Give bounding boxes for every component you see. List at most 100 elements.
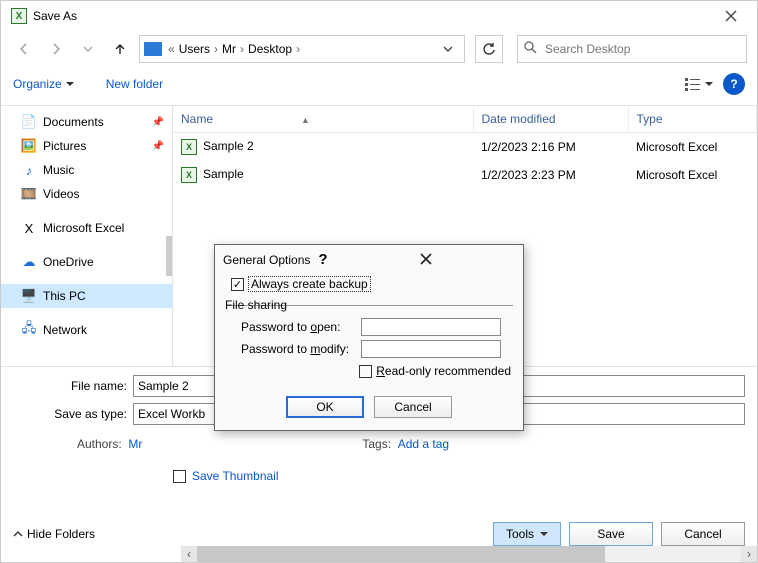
password-modify-input[interactable] (361, 340, 501, 358)
sidebar-item-label: Music (43, 163, 74, 177)
tools-label: Tools (506, 527, 534, 541)
sidebar-item-label: Pictures (43, 139, 86, 153)
dialog-cancel-button[interactable]: Cancel (374, 396, 452, 418)
pin-icon: 📌 (152, 117, 164, 128)
save-thumbnail-checkbox[interactable] (173, 470, 186, 483)
hide-folders-label: Hide Folders (27, 527, 95, 541)
save-as-type-label: Save as type: (13, 407, 133, 421)
excel-file-icon: X (181, 167, 197, 183)
file-date: 1/2/2023 2:23 PM (473, 161, 628, 189)
sidebar-item-onedrive[interactable]: ☁ OneDrive (1, 250, 172, 274)
view-icon (685, 77, 703, 91)
network-icon: 🖧 (21, 322, 37, 338)
up-button[interactable] (107, 36, 133, 62)
chevron-down-icon (66, 80, 74, 88)
file-type: Microsoft Excel (628, 161, 757, 189)
footer: Hide Folders Tools Save Cancel (1, 512, 757, 562)
music-icon: ♪ (21, 162, 37, 178)
sidebar-item-label: Network (43, 323, 87, 337)
forward-button (43, 36, 69, 62)
nav-bar: « Users › Mr › Desktop › (1, 31, 757, 67)
recent-locations-button[interactable] (75, 36, 101, 62)
file-sharing-group: Password to open: Password to modify: (227, 305, 513, 358)
breadcrumb[interactable]: Users (175, 42, 214, 56)
path-prefix: « (168, 42, 175, 56)
sidebar-item-label: Microsoft Excel (43, 221, 124, 235)
window-title: Save As (33, 9, 715, 23)
column-header-name[interactable]: Name▲ (173, 106, 473, 133)
save-thumbnail-label[interactable]: Save Thumbnail (192, 469, 279, 483)
sidebar-item-label: Documents (43, 115, 104, 129)
view-options-button[interactable] (685, 77, 713, 91)
sidebar-resize-handle[interactable] (166, 236, 172, 276)
close-button[interactable] (715, 1, 747, 31)
help-button[interactable]: ? (723, 73, 745, 95)
sidebar-item-label: OneDrive (43, 255, 94, 269)
password-open-input[interactable] (361, 318, 501, 336)
sidebar-item-this-pc[interactable]: 🖥️ This PC (1, 284, 172, 308)
save-button[interactable]: Save (569, 522, 653, 546)
always-create-backup-checkbox[interactable]: ✓ (231, 278, 244, 291)
sidebar-item-music[interactable]: ♪ Music (1, 158, 172, 182)
sidebar-item-label: Videos (43, 187, 79, 201)
cancel-button[interactable]: Cancel (661, 522, 745, 546)
title-bar: X Save As (1, 1, 757, 31)
file-type: Microsoft Excel (628, 133, 757, 162)
breadcrumb[interactable]: Desktop (244, 42, 296, 56)
sidebar-item-label: This PC (43, 289, 86, 303)
dialog-ok-button[interactable]: OK (286, 396, 364, 418)
sidebar-item-microsoft-excel[interactable]: X Microsoft Excel (1, 216, 172, 240)
refresh-button[interactable] (475, 35, 503, 63)
search-box[interactable] (517, 35, 747, 63)
new-folder-button[interactable]: New folder (106, 77, 163, 91)
drive-icon (144, 42, 162, 56)
sidebar: 📄 Documents 📌 🖼️ Pictures 📌 ♪ Music 🎞️ V… (1, 106, 173, 366)
excel-icon: X (21, 220, 37, 236)
sidebar-item-videos[interactable]: 🎞️ Videos (1, 182, 172, 206)
dialog-close-button[interactable] (420, 252, 515, 268)
excel-icon: X (11, 8, 27, 24)
search-input[interactable] (545, 42, 740, 56)
hide-folders-button[interactable]: Hide Folders (13, 527, 95, 541)
document-icon: 📄 (21, 114, 37, 130)
address-dropdown-button[interactable] (436, 44, 460, 54)
search-icon (524, 41, 537, 57)
column-header-type[interactable]: Type (628, 106, 757, 133)
always-create-backup-label[interactable]: Always create backup (248, 276, 371, 292)
close-icon (420, 253, 432, 265)
dialog-title-bar: General Options ? (215, 245, 523, 272)
read-only-label[interactable]: Read-only recommended (376, 364, 511, 378)
chevron-down-icon (540, 530, 548, 538)
pin-icon: 📌 (152, 141, 164, 152)
cloud-icon: ☁ (21, 254, 37, 270)
read-only-checkbox[interactable] (359, 365, 372, 378)
chevron-up-icon (13, 529, 23, 539)
tools-button[interactable]: Tools (493, 522, 561, 546)
dialog-help-button[interactable]: ? (318, 251, 413, 268)
file-row[interactable]: XSample 1/2/2023 2:23 PM Microsoft Excel (173, 161, 757, 189)
tags-label: Tags: (362, 437, 391, 451)
organize-label: Organize (13, 77, 62, 91)
sidebar-item-pictures[interactable]: 🖼️ Pictures 📌 (1, 134, 172, 158)
tags-value[interactable]: Add a tag (398, 437, 449, 451)
column-header-date[interactable]: Date modified (473, 106, 628, 133)
close-icon (725, 10, 737, 22)
chevron-right-icon: › (296, 42, 300, 56)
sort-indicator-icon: ▲ (301, 115, 310, 125)
filename-label: File name: (13, 379, 133, 393)
general-options-dialog: General Options ? ✓ Always create backup… (214, 244, 524, 431)
address-bar[interactable]: « Users › Mr › Desktop › (139, 35, 465, 63)
back-button (11, 36, 37, 62)
password-modify-label: Password to modify: (241, 342, 361, 356)
file-date: 1/2/2023 2:16 PM (473, 133, 628, 162)
sidebar-item-documents[interactable]: 📄 Documents 📌 (1, 110, 172, 134)
sidebar-item-network[interactable]: 🖧 Network (1, 318, 172, 342)
organize-button[interactable]: Organize (13, 77, 74, 91)
authors-label: Authors: (77, 437, 122, 451)
breadcrumb[interactable]: Mr (218, 42, 240, 56)
file-name: Sample 2 (203, 139, 254, 153)
toolbar: Organize New folder ? (1, 67, 757, 106)
excel-file-icon: X (181, 139, 197, 155)
authors-value[interactable]: Mr (128, 437, 142, 451)
file-row[interactable]: X Sample 2 1/2/2023 2:16 PM Microsoft Exc… (173, 133, 757, 162)
